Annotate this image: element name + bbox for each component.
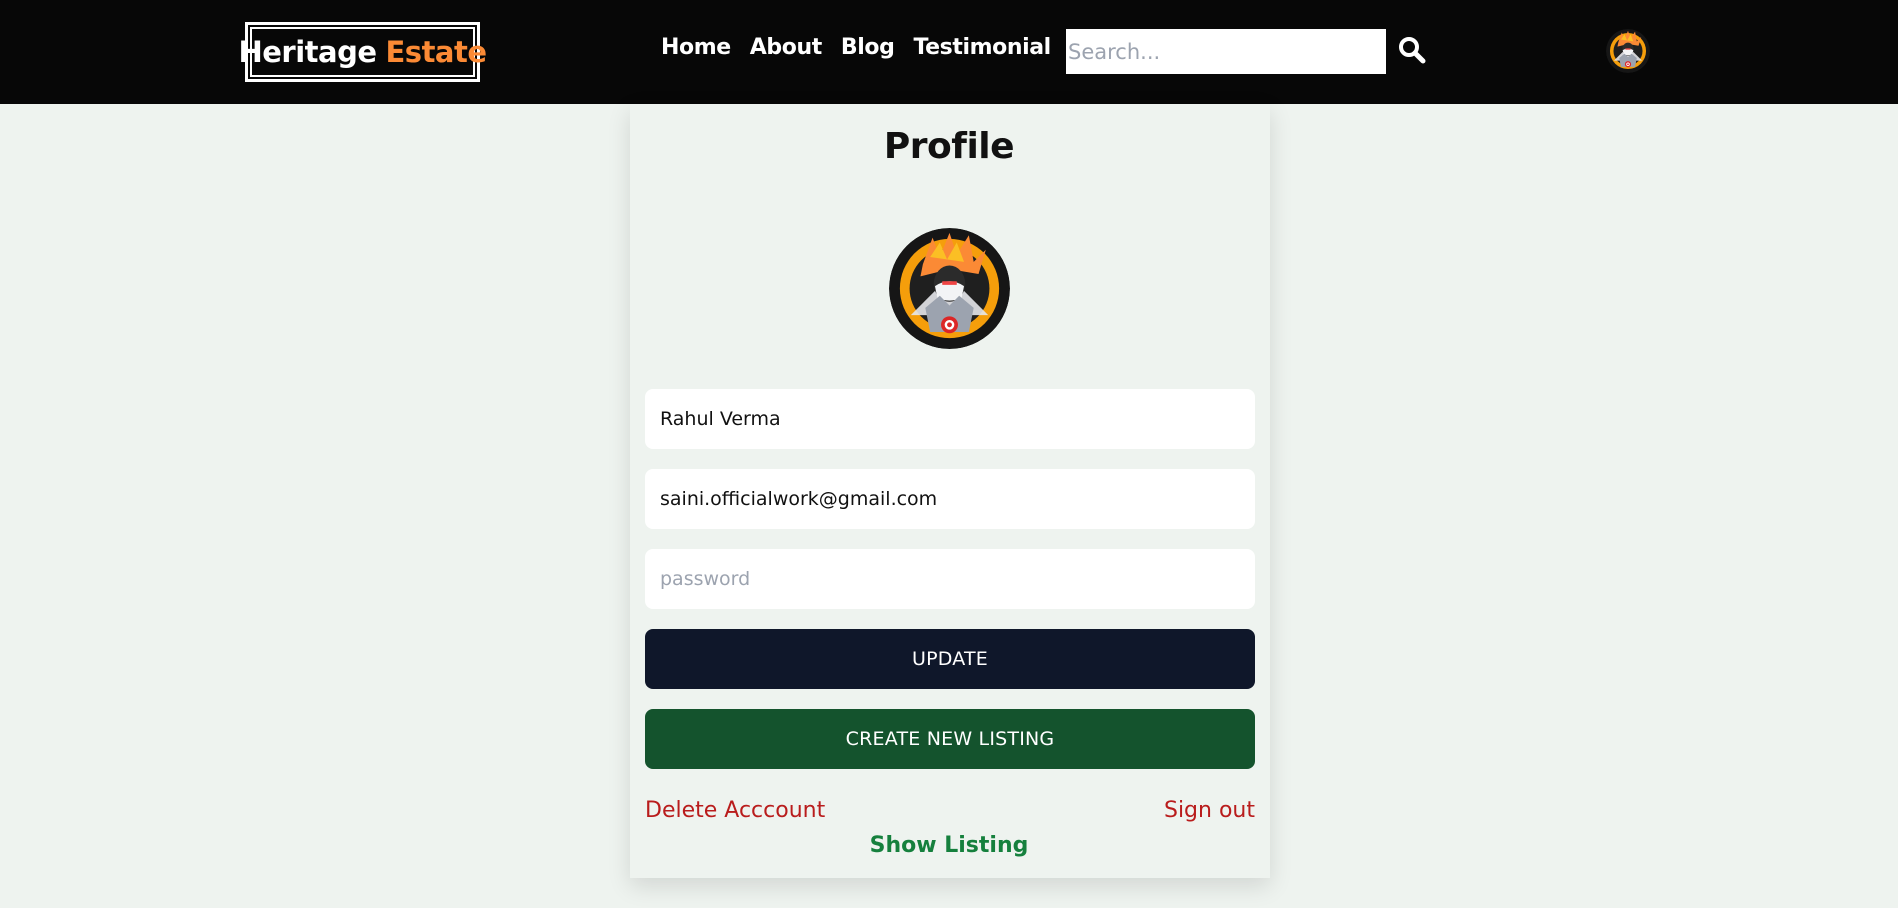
show-listing-link[interactable]: Show Listing (870, 833, 1029, 858)
brand-logo[interactable]: Heritage Estate (238, 22, 487, 82)
top-navbar: Heritage Estate Home About Blog Testimon… (0, 0, 1898, 104)
avatar-image (889, 228, 1010, 349)
password-field[interactable] (645, 549, 1255, 609)
delete-account-link[interactable]: Delete Acccount (645, 798, 825, 823)
nav-user-avatar[interactable] (1606, 29, 1650, 73)
nav-link-blog[interactable]: Blog (841, 35, 895, 60)
nav-link-testimonial[interactable]: Testimonial (913, 35, 1051, 60)
brand-name-part2: Estate (385, 35, 488, 69)
update-button[interactable]: UPDATE (645, 629, 1255, 689)
search-button[interactable] (1398, 36, 1426, 66)
email-field[interactable] (645, 469, 1255, 529)
search-input[interactable] (1066, 29, 1386, 74)
avatar-image (1606, 29, 1650, 73)
username-field[interactable] (645, 389, 1255, 449)
create-listing-button[interactable]: CREATE NEW LISTING (645, 709, 1255, 769)
nav-links: Home About Blog Testimonial (661, 35, 1051, 60)
nav-link-home[interactable]: Home (661, 35, 731, 60)
brand-name-part1: Heritage (238, 35, 377, 69)
nav-link-about[interactable]: About (750, 35, 822, 60)
profile-avatar[interactable] (889, 228, 1010, 349)
page-title: Profile (883, 126, 1015, 167)
show-listing-container: Show Listing (0, 833, 1898, 858)
sign-out-link[interactable]: Sign out (1164, 798, 1255, 823)
search-icon (1399, 37, 1426, 64)
